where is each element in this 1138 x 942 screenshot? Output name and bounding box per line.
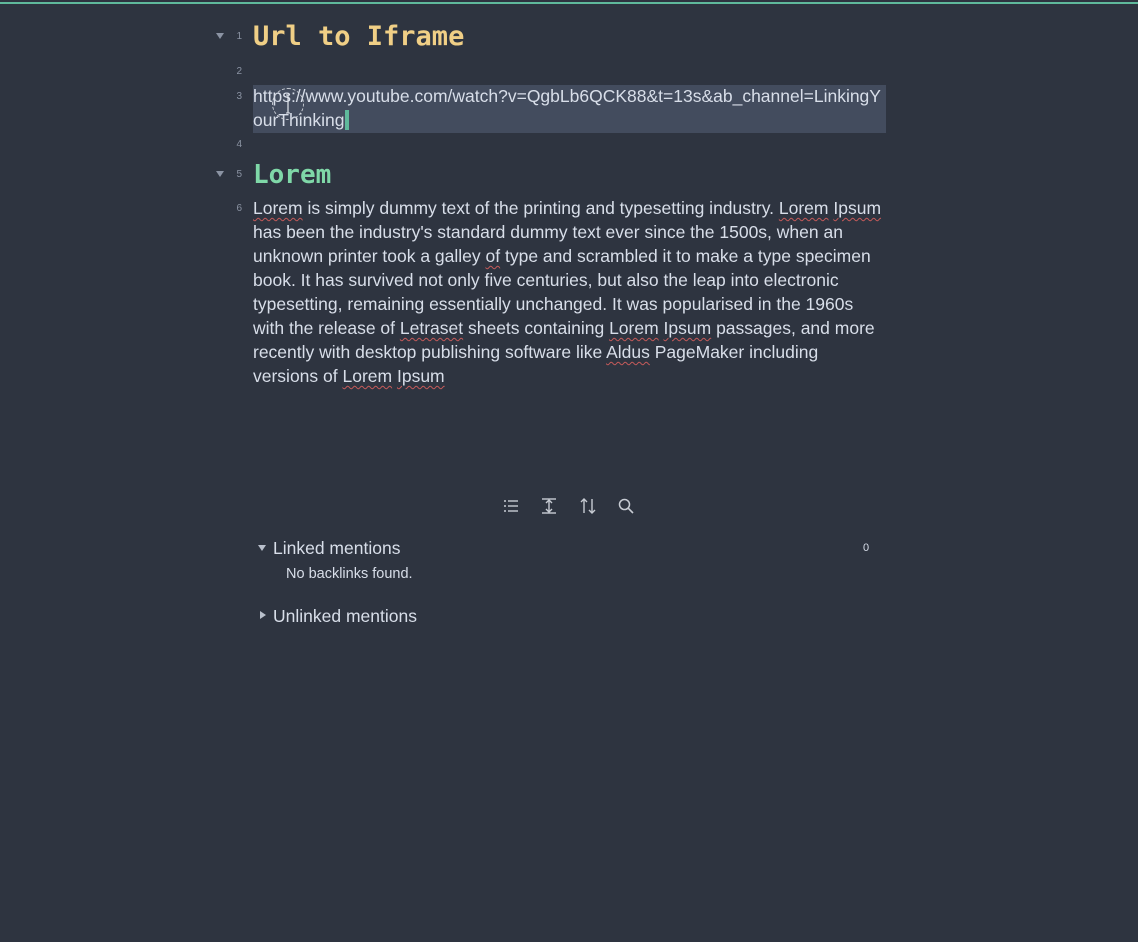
linked-mentions-count: 0	[862, 542, 870, 554]
line-number: 3	[236, 91, 242, 102]
editor-line[interactable]: 5 Lorem	[0, 158, 1138, 192]
list-icon[interactable]	[499, 494, 523, 518]
expand-vertical-icon[interactable]	[537, 494, 561, 518]
line-number: 5	[236, 169, 242, 180]
linked-mentions-header[interactable]: Linked mentions 0	[0, 537, 1138, 561]
top-accent-bar	[0, 2, 1138, 4]
collapse-arrow-icon[interactable]	[258, 545, 266, 551]
misspelled-word[interactable]: Ipsum	[833, 198, 881, 218]
misspelled-word[interactable]: Lorem	[779, 198, 829, 218]
line-number: 4	[236, 139, 242, 150]
ibeam-cursor-icon	[286, 94, 290, 114]
backlinks-toolbar	[0, 494, 1138, 518]
paragraph[interactable]: Lorem is simply dummy text of the printi…	[253, 196, 886, 388]
heading-2[interactable]: Lorem	[253, 158, 886, 192]
linked-mentions-title[interactable]: Linked mentions	[273, 537, 400, 559]
misspelled-word[interactable]: Letraset	[400, 318, 463, 338]
editor-line[interactable]: 1 Url to Iframe	[0, 20, 1138, 54]
editor-line[interactable]: 6 Lorem is simply dummy text of the prin…	[0, 196, 1138, 388]
misspelled-word[interactable]: of	[486, 246, 501, 266]
line-number: 1	[236, 31, 242, 42]
unlinked-mentions-header[interactable]: Unlinked mentions	[0, 605, 1138, 629]
line-number: 2	[236, 66, 242, 77]
fold-arrow-icon[interactable]	[216, 171, 224, 177]
misspelled-word[interactable]: Aldus	[606, 342, 650, 362]
misspelled-word[interactable]: Lorem	[609, 318, 659, 338]
line-number: 6	[236, 203, 242, 214]
misspelled-word[interactable]: Ipsum	[664, 318, 712, 338]
heading-1[interactable]: Url to Iframe	[253, 20, 886, 54]
search-icon[interactable]	[614, 494, 638, 518]
expand-arrow-icon[interactable]	[260, 611, 266, 619]
misspelled-word[interactable]: Lorem	[342, 366, 392, 386]
fold-arrow-icon[interactable]	[216, 33, 224, 39]
url-text[interactable]: https://www.youtube.com/watch?v=QgbLb6QC…	[253, 84, 886, 132]
unlinked-mentions-title[interactable]: Unlinked mentions	[273, 605, 417, 627]
text-cursor	[345, 110, 350, 130]
paragraph-text: is simply dummy text of the printing and…	[302, 198, 779, 218]
paragraph-text: sheets containing	[463, 318, 610, 338]
sort-icon[interactable]	[576, 494, 600, 518]
editor-line[interactable]: 4	[0, 137, 1138, 155]
editor-line[interactable]: 2	[0, 64, 1138, 82]
misspelled-word[interactable]: Ipsum	[397, 366, 445, 386]
editor-line[interactable]: 3 https://www.youtube.com/watch?v=QgbLb6…	[0, 84, 1138, 132]
no-backlinks-message: No backlinks found.	[286, 566, 413, 582]
misspelled-word[interactable]: Lorem	[253, 198, 303, 218]
